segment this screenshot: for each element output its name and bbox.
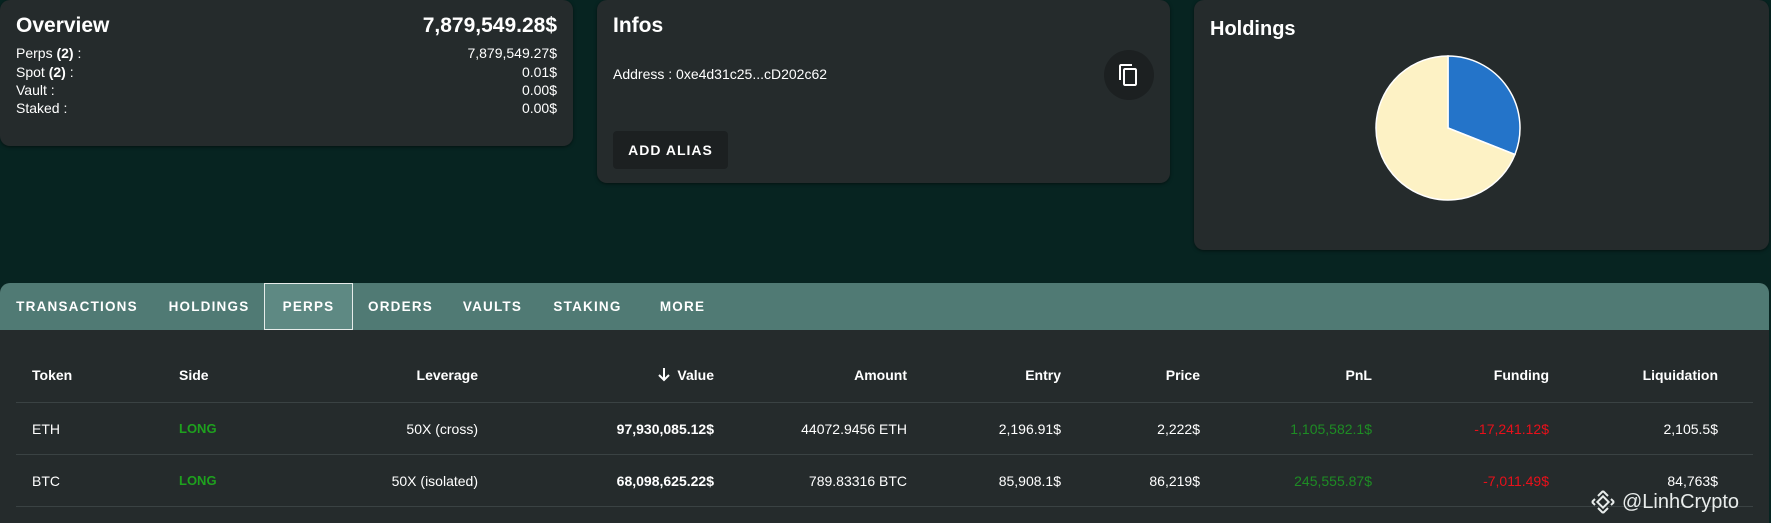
tab-transactions[interactable]: TRANSACTIONS (0, 283, 154, 330)
column-header-side[interactable]: Side (179, 347, 209, 402)
cell-funding: -17,241.12$ (1474, 420, 1549, 437)
cell-amount: 789.83316 BTC (808, 472, 907, 489)
column-header-leverage[interactable]: Leverage (417, 347, 478, 402)
table-row[interactable]: ETH LONG 50X (cross) 97,930,085.12$ 4407… (16, 403, 1753, 455)
column-header-token[interactable]: Token (32, 347, 72, 402)
overview-title: Overview (16, 14, 110, 37)
column-header-pnl[interactable]: PnL (1346, 347, 1372, 402)
overview-row-value: 7,879,549.27$ (467, 45, 557, 61)
overview-row-label: Perps (16, 45, 53, 61)
tab-more[interactable]: MORE (638, 283, 727, 330)
cell-price: 2,222$ (1157, 420, 1200, 437)
add-alias-button[interactable]: ADD ALIAS (613, 131, 728, 169)
overview-row-staked: Staked : 0.00$ (16, 100, 557, 120)
tab-holdings[interactable]: HOLDINGS (154, 283, 264, 330)
positions-table: Token Side Leverage Value Amount Entry P… (16, 347, 1753, 507)
copy-address-button[interactable] (1104, 50, 1154, 100)
column-header-amount[interactable]: Amount (854, 347, 907, 402)
overview-row-value: 0.00$ (521, 82, 557, 98)
cell-pnl: 245,555.87$ (1294, 472, 1372, 489)
overview-row-value: 0.00$ (521, 100, 557, 116)
cell-leverage: 50X (isolated) (391, 472, 478, 489)
tab-perps[interactable]: PERPS (264, 283, 353, 330)
tab-staking[interactable]: STAKING (537, 283, 638, 330)
cell-side: LONG (179, 473, 217, 488)
arrow-down-icon (658, 367, 671, 381)
cell-price: 86,219$ (1149, 472, 1200, 489)
column-header-entry[interactable]: Entry (1025, 347, 1061, 402)
overview-row-label: Spot (16, 64, 45, 80)
column-header-liquidation[interactable]: Liquidation (1643, 347, 1718, 402)
overview-row-label: Staked : (16, 100, 68, 116)
wallet-address: Address : 0xe4d31c25...cD202c62 (613, 66, 828, 82)
overview-row-spot: Spot (2) : 0.01$ (16, 64, 557, 80)
copy-icon (1119, 64, 1137, 86)
table-row[interactable]: BTC LONG 50X (isolated) 68,098,625.22$ 7… (16, 455, 1753, 507)
infos-card: Infos Address : 0xe4d31c25...cD202c62 AD… (597, 0, 1170, 183)
cell-token: BTC (32, 472, 60, 489)
tab-vaults[interactable]: VAULTS (448, 283, 537, 330)
cell-funding: -7,011.49$ (1483, 472, 1549, 489)
cell-leverage: 50X (cross) (406, 420, 478, 437)
watermark: @LinhCrypto (1590, 487, 1770, 517)
overview-card: Overview 7,879,549.28$ Perps (2) : 7,879… (0, 0, 573, 146)
column-header-price[interactable]: Price (1166, 347, 1200, 402)
overview-row-vault: Vault : 0.00$ (16, 82, 557, 102)
column-header-value[interactable]: Value (657, 347, 714, 402)
table-header-row: Token Side Leverage Value Amount Entry P… (16, 347, 1753, 403)
tab-orders[interactable]: ORDERS (353, 283, 448, 330)
overview-total: 7,879,549.28$ (422, 14, 557, 37)
overview-row-perps: Perps (2) : 7,879,549.27$ (16, 45, 557, 61)
holdings-pie-chart (1375, 55, 1521, 201)
cell-side: LONG (179, 421, 217, 436)
watermark-text: @LinhCrypto (1622, 490, 1740, 513)
cell-entry: 2,196.91$ (998, 420, 1061, 437)
cell-amount: 44072.9456 ETH (801, 420, 907, 437)
column-header-funding[interactable]: Funding (1494, 347, 1549, 402)
overview-row-label: Vault : (16, 82, 55, 98)
overview-row-value: 0.01$ (521, 64, 557, 80)
overview-row-count: (2) (56, 45, 74, 61)
cell-value: 68,098,625.22$ (616, 472, 714, 489)
cell-token: ETH (32, 420, 60, 437)
tab-bar: TRANSACTIONS HOLDINGS PERPS ORDERS VAULT… (0, 283, 1769, 330)
cell-value: 97,930,085.12$ (616, 420, 714, 437)
cell-liquidation: 2,105.5$ (1663, 420, 1719, 437)
holdings-card: Holdings (1194, 0, 1769, 250)
positions-panel: TRANSACTIONS HOLDINGS PERPS ORDERS VAULT… (0, 283, 1769, 523)
overview-row-count: (2) (48, 64, 66, 80)
infos-title: Infos (613, 14, 664, 37)
cell-pnl: 1,105,582.1$ (1290, 420, 1372, 437)
cell-entry: 85,908.1$ (998, 472, 1061, 489)
binance-logo-icon (1591, 490, 1615, 514)
